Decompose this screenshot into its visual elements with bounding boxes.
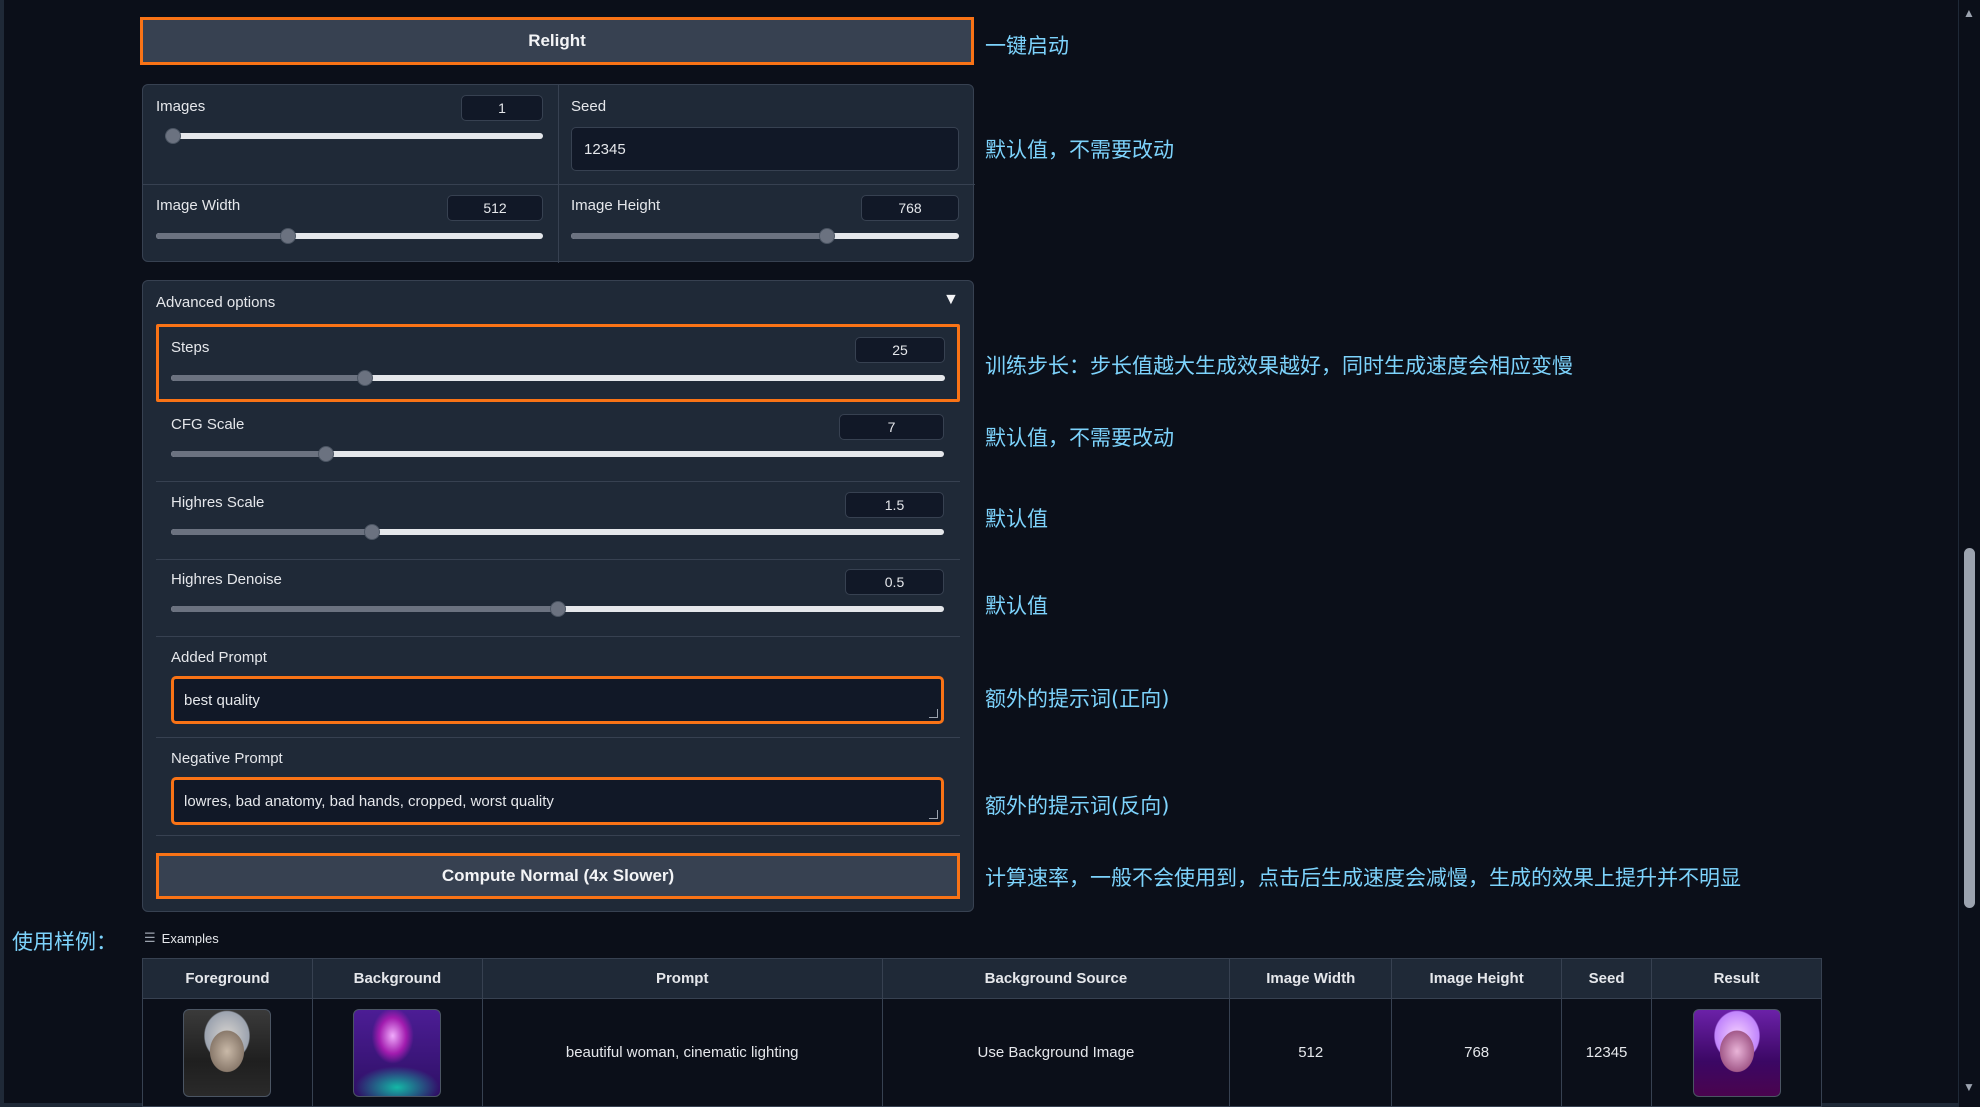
highres-denoise-slider[interactable] (171, 601, 944, 617)
image-width-slider[interactable] (156, 228, 543, 244)
col-header: Foreground (142, 958, 313, 999)
steps-slider[interactable] (171, 370, 945, 386)
image-width-label: Image Width (156, 197, 241, 214)
image-width-number-input[interactable]: 512 (447, 195, 543, 221)
cfg-scale-slider-thumb[interactable] (317, 446, 334, 462)
params-panel: Images 1 Seed 12345 Image Width 512 Imag… (142, 84, 975, 263)
relight-button[interactable]: Relight (140, 17, 974, 65)
negative-prompt-label: Negative Prompt (171, 750, 283, 767)
cfg-scale-number-input[interactable]: 7 (839, 414, 944, 440)
col-header: Prompt (481, 958, 883, 999)
prompt-cell: beautiful woman, cinematic lighting (481, 998, 883, 1107)
steps-number-input[interactable]: 25 (855, 337, 945, 363)
images-slider-thumb[interactable] (165, 128, 181, 144)
note-compute-normal: 计算速率，一般不会使用到，点击后生成速度会减慢，生成的效果上提升并不明显 (985, 866, 1741, 890)
examples-table: Foreground Background Prompt Background … (142, 958, 1822, 1107)
image-height-slider[interactable] (571, 228, 959, 244)
added-prompt-value: best quality (184, 691, 260, 709)
col-header: Seed (1561, 958, 1653, 999)
note-relight: 一键启动 (985, 34, 1069, 58)
background-thumbnail[interactable] (353, 1008, 442, 1097)
scroll-up-icon[interactable]: ▲ (1963, 6, 1975, 20)
foreground-thumbnail[interactable] (183, 1008, 272, 1097)
highres-denoise-slider-thumb[interactable] (549, 601, 566, 617)
examples-header-row: Foreground Background Prompt Background … (142, 958, 1822, 999)
highres-scale-label: Highres Scale (171, 494, 265, 511)
result-thumbnail[interactable] (1692, 1008, 1781, 1097)
resize-handle-icon[interactable] (929, 709, 938, 718)
background-source-cell: Use Background Image (881, 998, 1231, 1107)
scrollbar[interactable]: ▲ ▼ (1958, 0, 1980, 1107)
steps-slider-thumb[interactable] (356, 370, 373, 386)
examples-header[interactable]: ☰ Examples (144, 930, 219, 946)
steps-block: Steps 25 (156, 324, 960, 402)
col-header: Image Height (1391, 958, 1563, 999)
highres-scale-slider[interactable] (171, 524, 944, 540)
cfg-scale-slider[interactable] (171, 446, 944, 462)
list-icon: ☰ (144, 930, 156, 945)
cfg-scale-label: CFG Scale (171, 416, 245, 433)
examples-title: Examples (161, 930, 219, 946)
note-added-prompt: 额外的提示词(正向) (985, 687, 1170, 711)
image-height-number-input[interactable]: 768 (861, 195, 959, 221)
added-prompt-label: Added Prompt (171, 649, 267, 666)
note-negative-prompt: 额外的提示词(反向) (985, 794, 1170, 818)
col-header: Result (1651, 958, 1822, 999)
seed-cell: 12345 (1561, 998, 1653, 1107)
col-header: Background (311, 958, 483, 999)
image-height-label: Image Height (571, 197, 661, 214)
images-label: Images (156, 98, 206, 115)
note-examples: 使用样例： (12, 930, 117, 954)
negative-prompt-value: lowres, bad anatomy, bad hands, cropped,… (184, 792, 554, 810)
negative-prompt-textarea[interactable]: lowres, bad anatomy, bad hands, cropped,… (171, 777, 944, 825)
advanced-options-toggle-icon[interactable]: ▼ (943, 291, 959, 309)
images-slider[interactable] (165, 128, 543, 144)
highres-scale-number-input[interactable]: 1.5 (845, 492, 944, 518)
note-steps: 训练步长：步长值越大生成效果越好，同时生成速度会相应变慢 (985, 354, 1573, 378)
image-width-cell: 512 (1229, 998, 1393, 1107)
steps-label: Steps (171, 339, 210, 356)
added-prompt-textarea[interactable]: best quality (171, 676, 944, 724)
compute-normal-button[interactable]: Compute Normal (4x Slower) (156, 853, 960, 899)
image-height-slider-thumb[interactable] (819, 228, 836, 244)
advanced-options-panel: Advanced options ▼ Steps 25 CFG Scale 7 … (142, 280, 974, 912)
advanced-options-title: Advanced options (156, 294, 276, 311)
note-defaults-top: 默认值，不需要改动 (985, 138, 1174, 162)
scroll-down-icon[interactable]: ▼ (1963, 1080, 1975, 1094)
note-highres-scale: 默认值 (985, 507, 1048, 531)
image-width-slider-thumb[interactable] (279, 228, 296, 244)
note-cfg: 默认值，不需要改动 (985, 426, 1174, 450)
highres-scale-slider-thumb[interactable] (363, 524, 380, 540)
seed-label: Seed (571, 98, 607, 115)
resize-handle-icon[interactable] (929, 810, 938, 819)
images-number-input[interactable]: 1 (461, 95, 543, 121)
col-header: Image Width (1229, 958, 1393, 999)
image-height-cell: 768 (1391, 998, 1563, 1107)
highres-denoise-number-input[interactable]: 0.5 (845, 569, 944, 595)
table-row[interactable]: beautiful woman, cinematic lighting Use … (142, 998, 1822, 1107)
highres-denoise-label: Highres Denoise (171, 571, 282, 588)
scrollbar-thumb[interactable] (1964, 548, 1975, 908)
col-header: Background Source (881, 958, 1231, 999)
note-highres-denoise: 默认值 (985, 594, 1048, 618)
seed-input[interactable]: 12345 (571, 127, 959, 171)
